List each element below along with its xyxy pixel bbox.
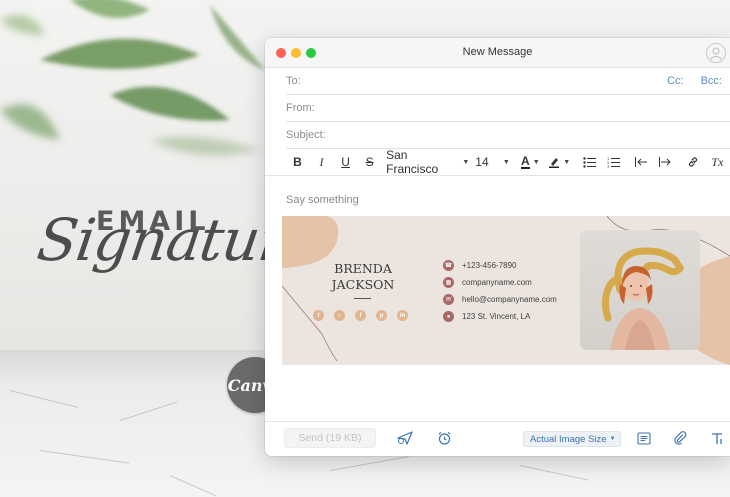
image-size-select[interactable]: Actual Image Size ▼: [523, 431, 621, 447]
phone-icon: ☎: [443, 260, 454, 271]
account-avatar-icon[interactable]: [706, 43, 726, 63]
cc-link[interactable]: Cc:: [667, 75, 684, 87]
numbered-list-button[interactable]: 1 2 3: [602, 152, 625, 172]
from-field[interactable]: From:: [286, 95, 730, 122]
window-title: New Message: [462, 46, 533, 58]
location-icon: ●: [443, 311, 454, 322]
contact-phone: ☎ +123-456-7890: [443, 259, 557, 272]
from-label: From:: [286, 102, 315, 114]
svg-text:3: 3: [607, 165, 609, 168]
new-message-window: New Message To: Cc: Bcc: From: Subject: …: [265, 38, 730, 456]
contact-address-text: 123 St. Vincent, LA: [462, 312, 531, 321]
window-titlebar: New Message: [265, 38, 730, 68]
contact-email-text[interactable]: hello@companyname.com: [462, 295, 557, 304]
subject-field[interactable]: Subject:: [286, 122, 730, 149]
cc-bcc-links: Cc: Bcc:: [653, 68, 722, 95]
signature-divider: [354, 298, 371, 299]
to-label: To:: [286, 75, 301, 87]
contact-phone-text: +123-456-7890: [462, 261, 517, 270]
format-toolbar: B I U S San Francisco ▼ 14 ▼ A ▼ ▼ 1 2 3…: [265, 148, 730, 176]
chevron-down-icon: ▼: [462, 158, 470, 166]
clear-formatting-button[interactable]: Tx: [706, 152, 729, 172]
send-later-icon[interactable]: [396, 429, 414, 447]
message-placeholder: Say something: [286, 194, 359, 206]
contact-address: ● 123 St. Vincent, LA: [443, 310, 557, 323]
bold-button[interactable]: B: [286, 152, 309, 172]
email-title: EMAIL: [96, 206, 210, 237]
plant-leaves-decoration: [0, 0, 265, 156]
compose-bottom-bar: Send (19 KB) Actual Image Size ▼: [265, 421, 730, 456]
attachment-icon[interactable]: [671, 429, 689, 447]
font-family-select[interactable]: San Francisco ▼: [386, 148, 470, 176]
italic-button[interactable]: I: [310, 152, 333, 172]
underline-button[interactable]: U: [334, 152, 357, 172]
increase-indent-button[interactable]: [654, 152, 677, 172]
signature-last-name: JACKSON: [331, 277, 395, 292]
text-color-icon: A: [521, 153, 530, 169]
contact-email: ✉ hello@companyname.com: [443, 293, 557, 306]
pinterest-icon[interactable]: p: [376, 310, 387, 321]
twitter-icon[interactable]: t: [313, 310, 324, 321]
portrait-photo: [580, 230, 700, 350]
font-family-value: San Francisco: [386, 148, 439, 176]
font-size-value: 14: [475, 155, 489, 169]
mail-icon: ✉: [443, 294, 454, 305]
insert-link-button[interactable]: [682, 152, 705, 172]
chevron-down-icon: ▼: [609, 436, 616, 442]
format-panel-icon[interactable]: [635, 429, 653, 447]
link-icon: [689, 157, 698, 167]
web-icon: ▦: [443, 277, 454, 288]
contact-website: ▦ companyname.com: [443, 276, 557, 289]
alarm-clock-icon[interactable]: [435, 429, 453, 447]
message-body[interactable]: Say something BRENDA JACKSON t ○ f p in: [265, 176, 730, 422]
signature-first-name: BRENDA: [334, 261, 392, 276]
outdent-icon: [634, 157, 647, 167]
instagram-icon[interactable]: ○: [334, 310, 345, 321]
numbered-list-icon: 1 2 3: [607, 157, 620, 168]
decrease-indent-button[interactable]: [630, 152, 653, 172]
to-field[interactable]: To: Cc: Bcc:: [286, 68, 730, 95]
facebook-icon[interactable]: f: [355, 310, 366, 321]
indent-icon: [658, 157, 671, 167]
bullet-list-icon: [583, 156, 596, 168]
text-color-button[interactable]: A ▼: [518, 152, 543, 172]
font-size-select[interactable]: 14 ▼: [475, 152, 510, 172]
signature-name: BRENDA JACKSON: [329, 261, 397, 293]
chevron-down-icon: ▼: [502, 158, 510, 166]
social-icons-row: t ○ f p in: [313, 310, 418, 321]
contact-website-text[interactable]: companyname.com: [462, 278, 532, 287]
chevron-down-icon: ▼: [563, 158, 571, 166]
subject-label: Subject:: [286, 129, 326, 141]
email-signature-banner: BRENDA JACKSON t ○ f p in ☎ +123-456-789…: [282, 216, 730, 365]
send-button[interactable]: Send (19 KB): [284, 428, 376, 448]
chevron-down-icon: ▼: [532, 158, 540, 166]
image-size-value: Actual Image Size: [530, 433, 607, 445]
contact-list: ☎ +123-456-7890 ▦ companyname.com ✉ hell…: [443, 259, 557, 327]
text-format-icon[interactable]: [708, 429, 726, 447]
bcc-link[interactable]: Bcc:: [701, 75, 722, 87]
highlighter-icon: [549, 158, 560, 168]
strikethrough-button[interactable]: S: [358, 152, 381, 172]
bulleted-list-button[interactable]: [578, 152, 601, 172]
linkedin-icon[interactable]: in: [397, 310, 408, 321]
highlight-color-button[interactable]: ▼: [547, 152, 572, 172]
